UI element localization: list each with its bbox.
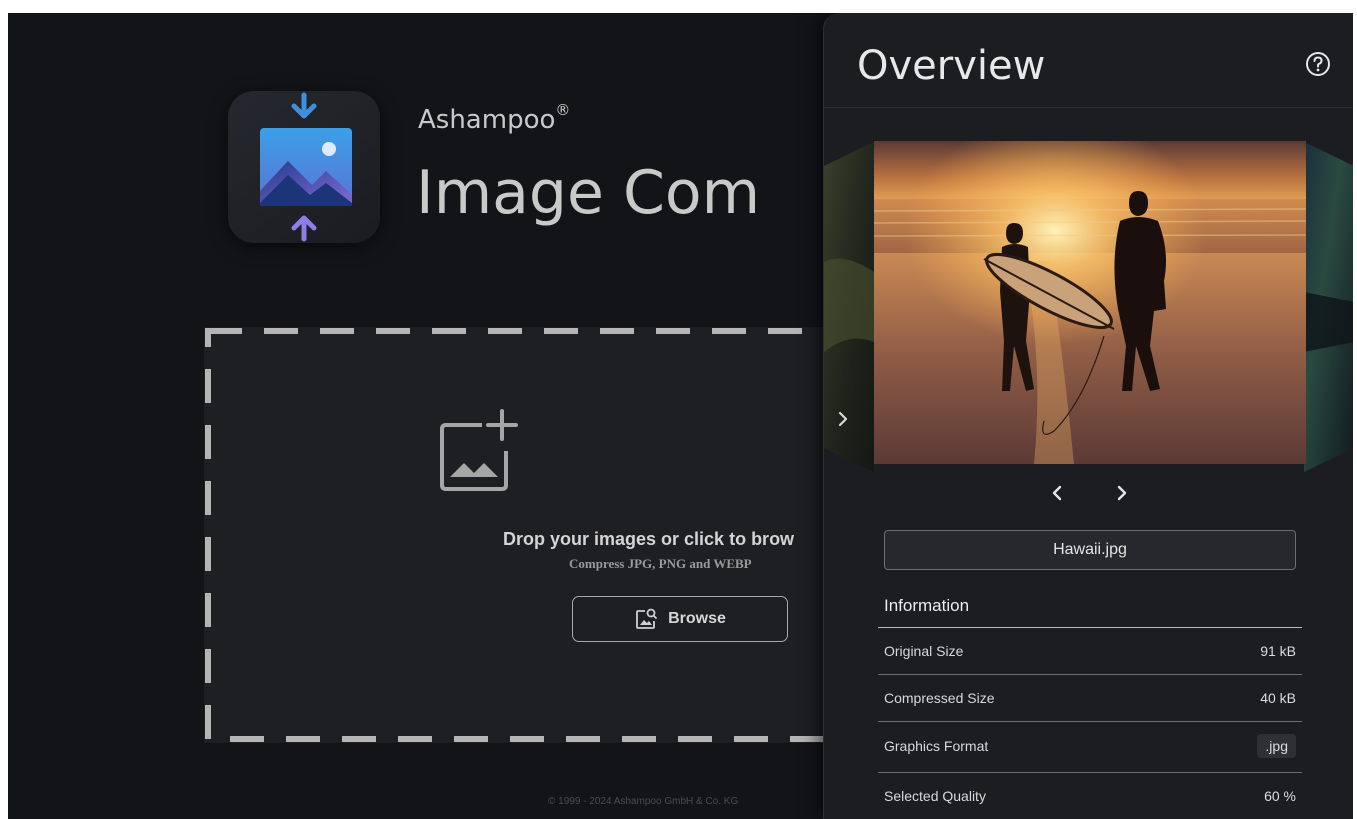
add-image-icon: [440, 409, 518, 491]
preview-image: [874, 141, 1306, 464]
drop-title: Drop your images or click to brow: [503, 529, 795, 549]
overview-panel: Overview Hawaii.jpg Information Original…: [823, 13, 1353, 819]
drop-subtitle: Compress JPG, PNG and WEBP: [569, 556, 752, 571]
info-value: 60 %: [1264, 787, 1296, 804]
app-logo-icon: [228, 91, 380, 243]
info-row-selected-quality: Selected Quality 60 %: [878, 772, 1302, 819]
info-row-graphics-format: Graphics Format .jpg: [878, 722, 1302, 769]
info-value: 40 kB: [1260, 689, 1296, 706]
chevron-right-icon[interactable]: [836, 410, 850, 428]
filename-field[interactable]: Hawaii.jpg: [884, 530, 1296, 570]
info-row-original-size: Original Size 91 kB: [878, 627, 1302, 674]
panel-title: Overview: [857, 43, 1046, 89]
app-window: Ashampoo® Image Com Drop your images or …: [8, 13, 1353, 819]
product-name: Image Com: [416, 158, 761, 228]
panel-divider: [824, 107, 1353, 108]
info-label: Original Size: [884, 642, 964, 659]
brand-text: Ashampoo: [418, 105, 556, 135]
info-value: 91 kB: [1260, 642, 1296, 659]
copyright-text: © 1999 - 2024 Ashampoo GmbH & Co. KG: [548, 796, 739, 807]
info-row-compressed-size: Compressed Size 40 kB: [878, 674, 1302, 721]
help-icon[interactable]: [1305, 51, 1331, 77]
info-label: Graphics Format: [884, 737, 989, 754]
browse-label: Browse: [668, 610, 726, 627]
brand-registered-mark: ®: [555, 101, 571, 119]
chevron-right-icon[interactable]: [1112, 480, 1132, 506]
browse-button[interactable]: Browse: [572, 596, 788, 642]
info-label: Selected Quality: [884, 787, 986, 804]
information-heading: Information: [884, 596, 970, 615]
info-label: Compressed Size: [884, 689, 995, 706]
carousel-next-thumbnail[interactable]: [1304, 142, 1353, 472]
image-carousel: [824, 118, 1353, 488]
browse-image-icon: [636, 608, 657, 629]
format-badge: .jpg: [1257, 733, 1296, 758]
brand-name: Ashampoo®: [418, 101, 570, 135]
chevron-left-icon[interactable]: [1047, 480, 1067, 506]
